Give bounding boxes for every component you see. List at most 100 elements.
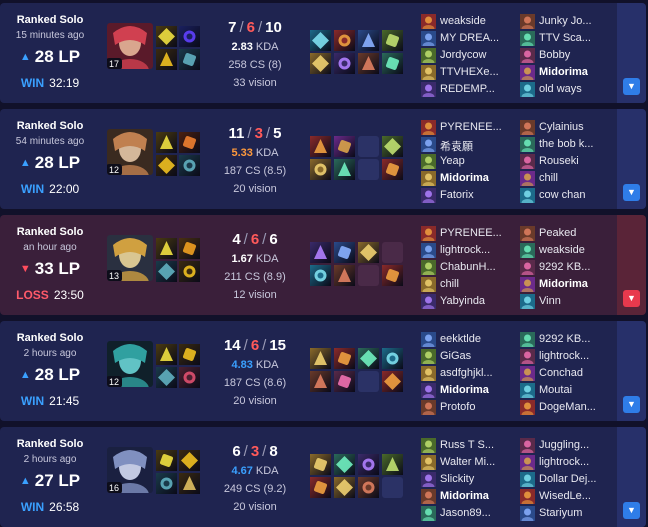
champion-avatar-icon [520,489,535,508]
champion-avatar-icon [421,48,436,67]
champion-avatar-icon [520,277,535,296]
item-icon[interactable] [382,265,403,286]
trinket-icon[interactable] [382,348,403,369]
summoner-spell-icon[interactable] [156,26,177,47]
creep-score: 187 CS (8.6) [223,377,287,389]
trinket-icon[interactable] [382,136,403,157]
chevron-down-icon[interactable]: ▼ [623,502,640,519]
summoner-spell-icon[interactable] [179,238,200,259]
item-icon[interactable] [310,242,331,263]
item-icon[interactable] [358,477,379,498]
item-icon[interactable] [310,136,331,157]
lp-change: ▲ 28 LP [0,365,100,385]
item-icon[interactable] [358,30,379,51]
player-name: Midorima [539,66,588,78]
item-icon[interactable] [334,477,355,498]
champion-portrait[interactable]: 12 [107,341,153,387]
match-duration: 21:45 [49,394,80,408]
rune-keystone-icon[interactable] [156,367,177,388]
player-name: Juggling... [539,439,590,451]
champion-portrait[interactable]: 16 [107,447,153,493]
champion-avatar-icon [520,438,535,457]
summoner-spell-icon[interactable] [156,344,177,365]
rune-keystone-icon[interactable] [156,261,177,282]
item-icon[interactable] [310,454,331,475]
item-icon[interactable] [382,371,403,392]
champion-avatar-icon [520,349,535,368]
triangle-down-icon: ▼ [19,263,31,275]
champion-portrait[interactable]: 12 [107,129,153,175]
player-name: Junky Jo... [539,15,592,27]
match-duration: 23:50 [53,288,84,302]
item-icon[interactable] [334,371,355,392]
rune-keystone-icon[interactable] [156,49,177,70]
item-icon[interactable] [358,53,379,74]
rune-secondary-icon[interactable] [179,49,200,70]
rune-secondary-icon[interactable] [179,261,200,282]
rune-keystone-icon[interactable] [156,155,177,176]
summoner-spell-icon[interactable] [179,344,200,365]
item-icon[interactable] [382,159,403,180]
chevron-down-icon[interactable]: ▼ [623,78,640,95]
player-name: PYRENEE... [440,121,502,133]
summoner-spell-icon[interactable] [156,132,177,153]
item-icon[interactable] [310,348,331,369]
champion-avatar-icon [421,137,436,156]
chevron-down-icon[interactable]: ▼ [623,396,640,413]
item-icon[interactable] [358,242,379,263]
item-icon[interactable] [334,454,355,475]
kda-ratio-value: 2.83 [231,41,253,53]
item-icon[interactable] [310,371,331,392]
assists: 6 [269,231,278,248]
kills: 14 [223,337,241,354]
player-name: lightrock... [539,456,590,468]
item-icon[interactable] [334,30,355,51]
item-icon[interactable] [310,30,331,51]
champion-portrait[interactable]: 17 [107,23,153,69]
item-icon[interactable] [334,136,355,157]
chevron-down-icon[interactable]: ▼ [623,290,640,307]
lp-change: ▲ 28 LP [0,153,100,173]
match-duration: 32:19 [49,76,80,90]
kda-ratio: 2.83 KDA [200,41,310,53]
item-icon[interactable] [334,242,355,263]
rune-secondary-icon[interactable] [179,367,200,388]
champion-avatar-icon [421,472,436,491]
trinket-icon[interactable] [382,30,403,51]
champion-avatar-icon [421,506,436,525]
summoner-spell-icon[interactable] [156,450,177,471]
rune-secondary-icon[interactable] [179,473,200,494]
summoner-spell-icon[interactable] [179,26,200,47]
player-name: Russ T S... [440,439,495,451]
assists: 10 [265,19,282,36]
match-card: Ranked Solo 2 hours ago ▲ 27 LP WIN 26:58 16 6/… [0,427,646,527]
player-name: old ways [539,83,582,95]
result-label: WIN [20,500,45,514]
vision-score: 20 vision [233,183,277,195]
player-name: Moutai [539,384,573,396]
item-icon[interactable] [358,454,379,475]
rune-keystone-icon[interactable] [156,473,177,494]
kda-ratio-label: KDA [255,465,279,477]
summoner-spell-icon[interactable] [156,238,177,259]
champion-portrait[interactable]: 13 [107,235,153,281]
item-icon[interactable] [310,159,331,180]
item-icon[interactable] [310,477,331,498]
item-icon[interactable] [334,53,355,74]
item-icon[interactable] [310,53,331,74]
item-icon[interactable] [310,265,331,286]
player-name: weakside [539,244,585,256]
item-icon[interactable] [334,159,355,180]
player-name: asdfghjkl... [440,367,493,379]
item-icon[interactable] [382,53,403,74]
item-icon[interactable] [358,348,379,369]
trinket-icon[interactable] [382,454,403,475]
chevron-down-icon[interactable]: ▼ [623,184,640,201]
separator: / [258,19,263,36]
summoner-spell-icon[interactable] [179,450,200,471]
summoner-spell-icon[interactable] [179,132,200,153]
champion-avatar-icon [520,82,535,101]
item-icon[interactable] [334,348,355,369]
rune-secondary-icon[interactable] [179,155,200,176]
item-icon[interactable] [334,265,355,286]
